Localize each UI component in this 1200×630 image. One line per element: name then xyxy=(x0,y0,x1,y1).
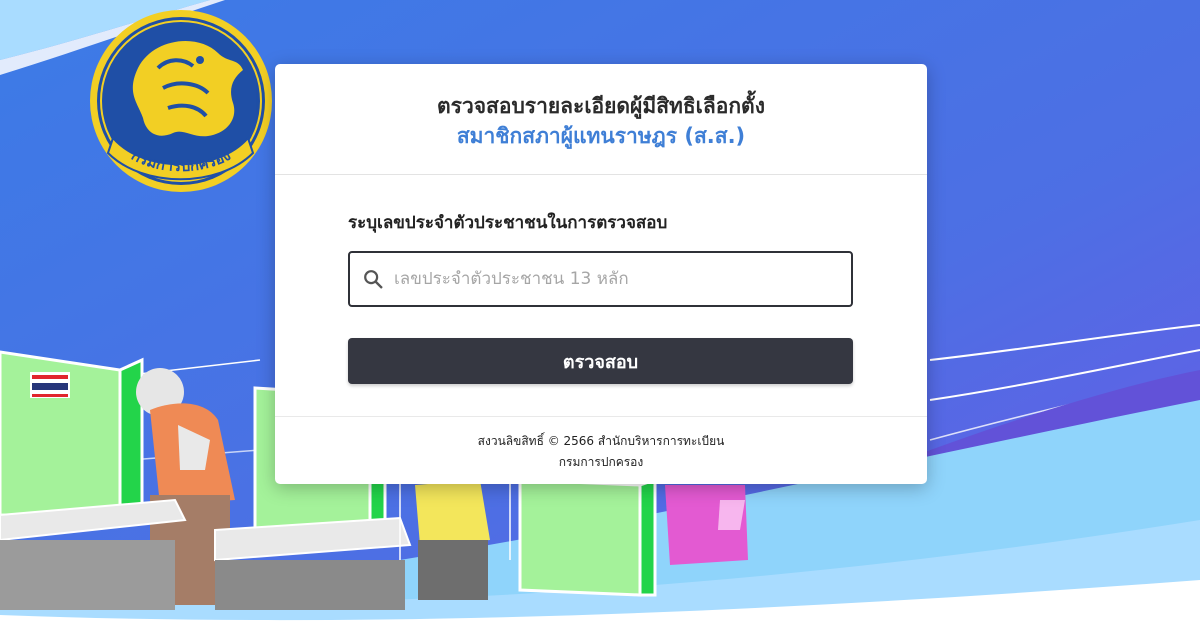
department-name-text: กรมการปกครอง xyxy=(558,455,644,469)
search-icon xyxy=(364,270,383,289)
id-search-box[interactable] xyxy=(348,251,853,307)
check-submit-button[interactable]: ตรวจสอบ xyxy=(348,338,853,384)
id-field-label: ระบุเลขประจำตัวประชาชนในการตรวจสอบ xyxy=(348,213,668,233)
citizen-id-input[interactable] xyxy=(392,252,851,306)
page-title: ตรวจสอบรายละเอียดผู้มีสิทธิเลือกตั้ง xyxy=(437,94,765,118)
card-header: ตรวจสอบรายละเอียดผู้มีสิทธิเลือกตั้ง สมา… xyxy=(275,64,927,175)
voter-check-card: ตรวจสอบรายละเอียดผู้มีสิทธิเลือกตั้ง สมา… xyxy=(275,64,927,484)
card-footer: สงวนลิขสิทธิ์ © 2566 สำนักบริหารการทะเบี… xyxy=(275,417,927,473)
department-seal-logo: กรมการปกครอง xyxy=(88,8,274,194)
copyright-text: สงวนลิขสิทธิ์ © 2566 สำนักบริหารการทะเบี… xyxy=(477,434,725,448)
page-subtitle: สมาชิกสภาผู้แทนราษฎร (ส.ส.) xyxy=(456,124,746,148)
card-body: ระบุเลขประจำตัวประชาชนในการตรวจสอบ ตรวจส… xyxy=(275,175,927,417)
